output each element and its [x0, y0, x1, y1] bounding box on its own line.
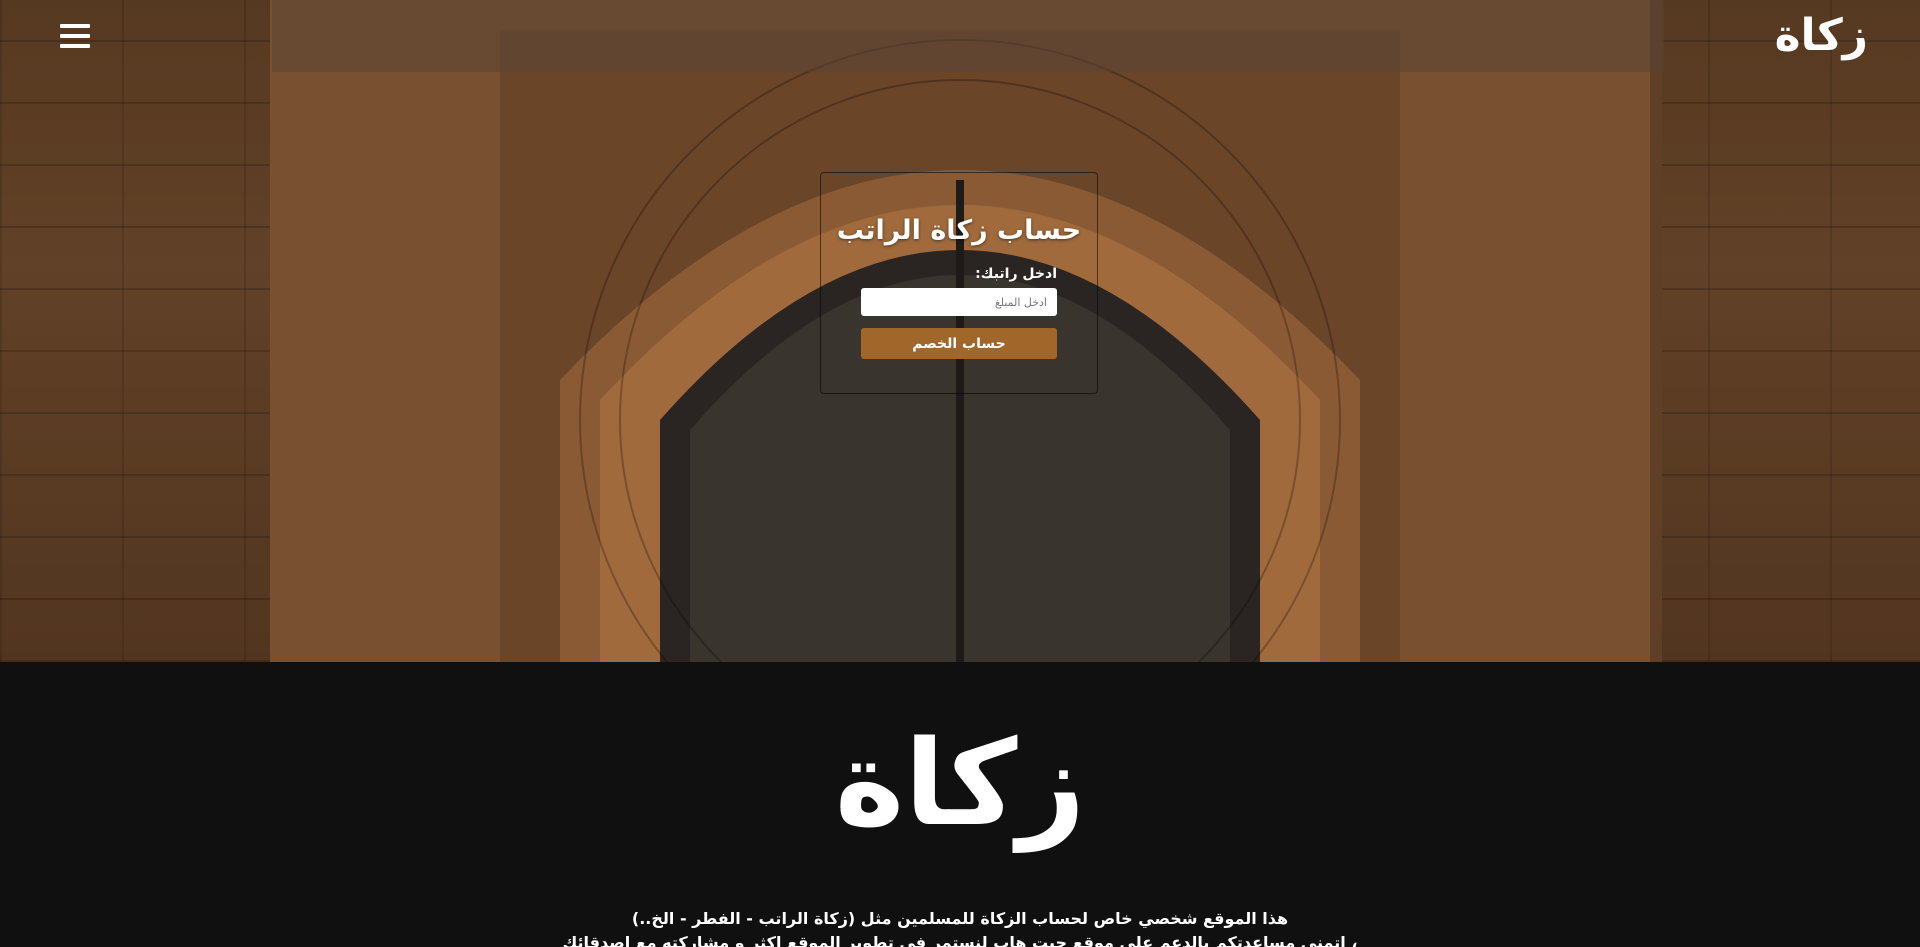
salary-label: ادخل راتبك:	[975, 266, 1057, 282]
top-navbar: زكاة	[0, 0, 1920, 72]
description-line-2: ، اتمنى مساعدتكم بالدعم على موقع جيت هاب…	[562, 933, 1358, 947]
description-line-1: هذا الموقع شخصي خاص لحساب الزكاة للمسلمي…	[631, 909, 1289, 928]
navbar-background	[272, 0, 1664, 72]
hero-right-shade	[1650, 0, 1920, 662]
zakat-calculator-card: حساب زكاة الراتب ادخل راتبك: حساب الخصم	[820, 172, 1098, 394]
salary-amount-input[interactable]	[861, 288, 1057, 316]
hero-section: زكاة حساب زكاة الراتب ادخل راتبك: حساب ا…	[0, 0, 1920, 662]
footer-section: زكاة هذا الموقع شخصي خاص لحساب الزكاة لل…	[0, 662, 1920, 947]
calculate-deduction-button[interactable]: حساب الخصم	[861, 328, 1057, 359]
site-description: هذا الموقع شخصي خاص لحساب الزكاة للمسلمي…	[0, 907, 1920, 947]
calculator-title: حساب زكاة الراتب	[836, 215, 1082, 246]
hero-left-shade	[0, 0, 270, 662]
brand-logo[interactable]: زكاة	[1775, 14, 1870, 58]
footer-logo: زكاة	[834, 714, 1092, 852]
hamburger-menu-icon[interactable]	[60, 24, 90, 48]
